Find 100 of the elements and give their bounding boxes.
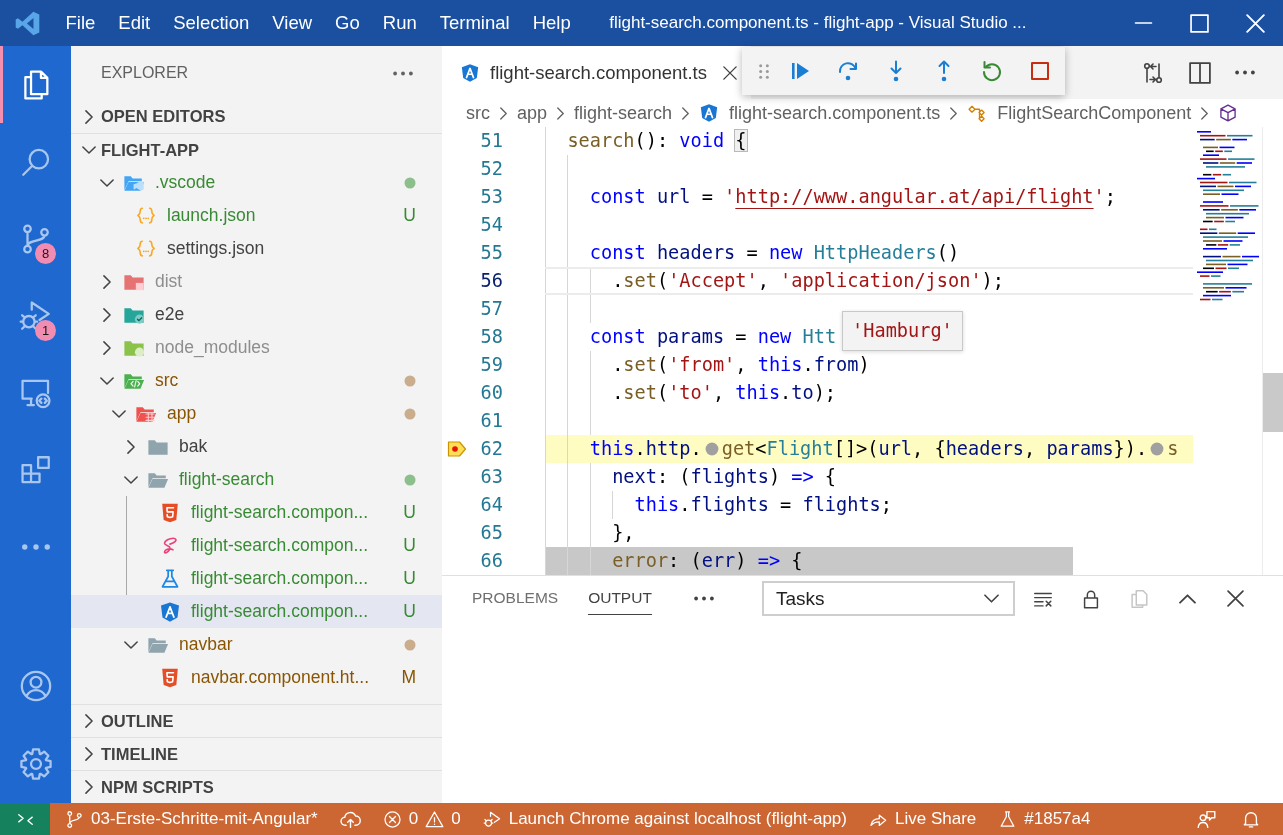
tree-item[interactable]: flight-search.compon... U <box>71 496 442 529</box>
minimize-icon[interactable] <box>1132 22 1154 24</box>
chevron-right-icon <box>1201 106 1209 120</box>
breadcrumb-item[interactable]: src <box>466 102 490 124</box>
remote-button[interactable] <box>0 803 50 835</box>
status-dot-icon <box>404 473 416 486</box>
notification-badge: 8 <box>35 243 56 264</box>
maximize-icon[interactable] <box>1189 13 1209 33</box>
line-number: 56 <box>479 269 503 293</box>
cube-icon[interactable] <box>1218 103 1239 123</box>
class-symbol-icon <box>967 103 988 123</box>
tree-item[interactable]: bak <box>71 430 442 463</box>
grip-icon[interactable] <box>759 63 769 79</box>
tree-item[interactable]: flight-search.compon... U <box>71 595 442 628</box>
compare-icon[interactable] <box>1141 60 1165 85</box>
sidebar-title: EXPLORER <box>101 64 189 82</box>
breakpoint-dot-icon[interactable] <box>704 442 719 456</box>
line-number: 53 <box>479 185 503 209</box>
restart-icon[interactable] <box>980 59 1004 83</box>
branch-status[interactable]: 03-Erste-Schritte-mit-Angular* <box>54 803 329 835</box>
tree-item[interactable]: app <box>71 397 442 430</box>
close-icon[interactable] <box>722 65 737 80</box>
tree-item[interactable]: navbar.component.ht... M <box>71 661 442 694</box>
line-number: 58 <box>479 325 503 349</box>
close-icon[interactable] <box>1226 590 1244 607</box>
activity-bar-tab[interactable]: 8 <box>0 200 71 277</box>
chevron-right-icon <box>500 106 507 120</box>
section-header[interactable]: OPEN EDITORS <box>71 100 442 133</box>
account-icon[interactable] <box>18 669 53 703</box>
bug-play-icon <box>482 809 502 829</box>
git-status-letter: U <box>402 502 416 523</box>
scrollbar-thumb[interactable] <box>1263 373 1283 432</box>
split-editor-icon[interactable] <box>1189 61 1211 84</box>
output-channel-dropdown[interactable]: Tasks <box>762 581 1015 616</box>
more-icon[interactable] <box>393 70 413 76</box>
shield-icon <box>159 600 181 623</box>
commit-status[interactable]: #1857a4 <box>987 803 1102 835</box>
feedback-icon[interactable] <box>1196 808 1217 830</box>
chevron-up-icon[interactable] <box>1178 593 1196 604</box>
tree-item[interactable]: navbar <box>71 628 442 661</box>
menu-item[interactable]: Run <box>371 8 429 38</box>
tree-item[interactable]: e2e <box>71 298 442 331</box>
line-number: 54 <box>479 213 503 237</box>
menu-item[interactable]: File <box>54 8 107 38</box>
more-icon[interactable] <box>1235 70 1255 75</box>
braces-icon <box>135 237 157 260</box>
tree-item[interactable]: flight-search.compon... U <box>71 529 442 562</box>
more-icon <box>20 543 51 550</box>
git-status-letter: M <box>400 667 416 688</box>
tree-item[interactable]: launch.json U <box>71 199 442 232</box>
chevron-right-icon <box>557 106 565 120</box>
flask-icon <box>159 567 181 590</box>
chevron-right-icon <box>950 106 958 120</box>
line-number: 60 <box>479 381 503 405</box>
line-number: 66 <box>479 549 503 573</box>
menu-item[interactable]: Help <box>521 8 583 38</box>
section-header[interactable]: OUTLINE <box>71 704 442 737</box>
tree-item[interactable]: src <box>71 364 442 397</box>
menu-item[interactable]: Terminal <box>428 8 522 38</box>
section-header[interactable]: TIMELINE <box>71 737 442 770</box>
breakpoint-dot-icon[interactable] <box>1150 442 1165 456</box>
panel-tab[interactable]: OUTPUT <box>588 582 652 615</box>
code-text: s <box>1167 438 1179 459</box>
git-status-letter: U <box>402 568 416 589</box>
current-line-arrow-icon <box>447 440 467 458</box>
tree-item[interactable]: .vscode <box>71 166 442 199</box>
menu-item[interactable]: Go <box>323 8 372 38</box>
menu-item[interactable]: Edit <box>106 8 162 38</box>
tree-item[interactable]: settings.json <box>71 232 442 265</box>
code-line: .set('Accept', 'application/json'); <box>545 270 1004 291</box>
breadcrumb-item[interactable]: FlightSearchComponent <box>967 102 1192 124</box>
bell-icon[interactable] <box>1241 809 1261 829</box>
more-icon[interactable] <box>693 596 714 601</box>
line-number: 65 <box>479 521 503 545</box>
live-share-status[interactable]: Live Share <box>858 803 988 835</box>
menu-item[interactable]: View <box>260 8 324 38</box>
panel-tab[interactable]: PROBLEMS <box>472 582 559 615</box>
chevron-down-icon <box>984 594 999 603</box>
tree-item[interactable]: flight-search.compon... U <box>71 562 442 595</box>
step-over-icon[interactable] <box>836 59 860 83</box>
breadcrumb-item[interactable]: app <box>517 102 548 124</box>
line-number: 62 <box>479 437 503 461</box>
shield-icon <box>699 103 720 123</box>
warning-icon <box>425 809 445 829</box>
section-header[interactable]: FLIGHT-APP <box>71 133 442 166</box>
tree-item[interactable]: flight-search <box>71 463 442 496</box>
activity-bar-tab[interactable]: 1 <box>0 277 71 354</box>
settings-icon[interactable] <box>18 747 53 781</box>
breadcrumb-item[interactable]: flight-search <box>574 102 673 124</box>
line-number: 59 <box>479 353 503 377</box>
line-number: 55 <box>479 241 503 265</box>
editor-tab[interactable]: flight-search.component.ts <box>442 46 751 99</box>
stop-icon[interactable] <box>1028 59 1052 83</box>
debug-config-status[interactable]: Launch Chrome against localhost (flight-app) <box>471 803 858 835</box>
problems-status[interactable]: 0 0 <box>371 803 472 835</box>
window-title: flight-search.component.ts - flight-app - Visual Studio ... <box>609 13 1028 33</box>
line-number: 64 <box>479 493 503 517</box>
menu-item[interactable]: Selection <box>161 8 261 38</box>
braces-icon <box>135 204 157 227</box>
breadcrumb-item[interactable]: flight-search.component.ts <box>699 102 941 124</box>
